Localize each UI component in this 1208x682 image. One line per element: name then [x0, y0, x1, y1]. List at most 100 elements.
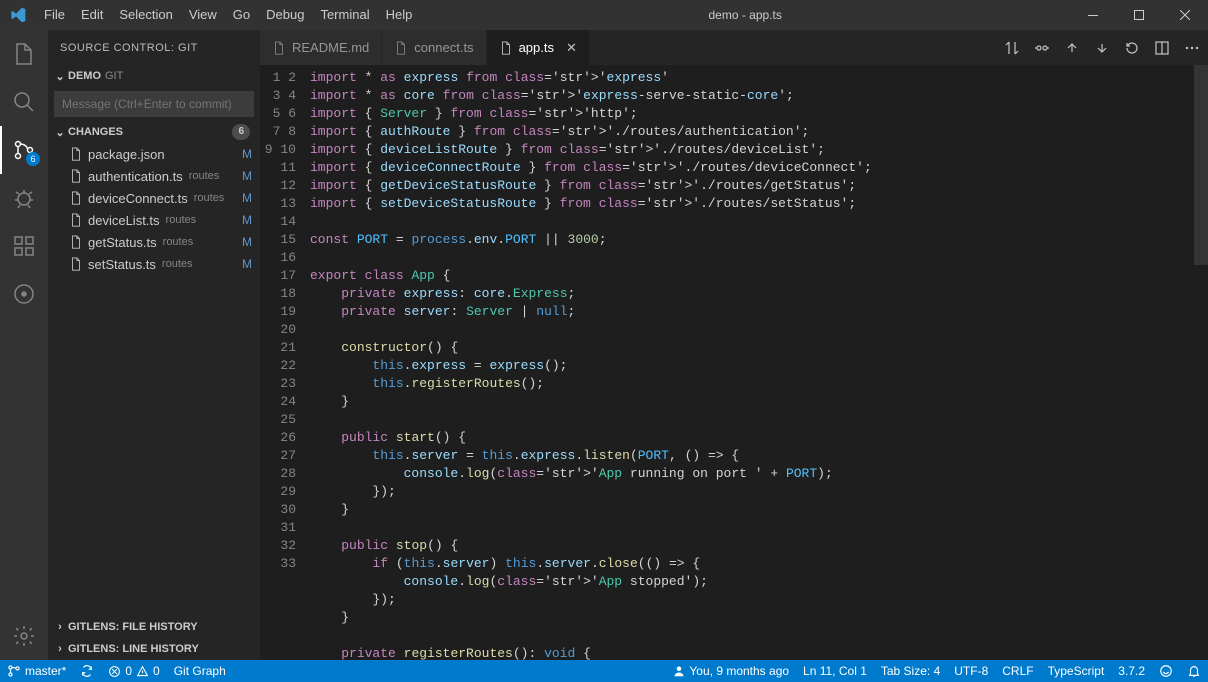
- status-eol[interactable]: CRLF: [995, 660, 1040, 682]
- status-feedback-icon[interactable]: [1152, 660, 1180, 682]
- file-icon: [272, 41, 286, 55]
- editor-tab[interactable]: README.md: [260, 30, 382, 65]
- activity-explorer[interactable]: [0, 30, 48, 78]
- file-dir: routes: [189, 170, 220, 182]
- titlebar: File Edit Selection View Go Debug Termin…: [0, 0, 1208, 30]
- vertical-scrollbar[interactable]: [1194, 65, 1208, 660]
- file-name: package.json: [88, 147, 165, 162]
- changed-file-row[interactable]: deviceConnect.tsroutesM: [48, 187, 260, 209]
- status-cursor-position[interactable]: Ln 11, Col 1: [796, 660, 874, 682]
- menu-debug[interactable]: Debug: [258, 0, 312, 30]
- activity-source-control[interactable]: 6: [0, 126, 48, 174]
- changed-file-row[interactable]: setStatus.ts routes M: [48, 253, 260, 275]
- changes-label: CHANGES: [68, 126, 123, 138]
- file-icon: [68, 191, 84, 205]
- editor-tabs: README.md connect.ts app.ts✕: [260, 30, 1208, 65]
- editor-body[interactable]: 1 2 3 4 5 6 7 8 9 10 11 12 13 14 15 16 1…: [260, 65, 1208, 660]
- chevron-down-icon: ⌄: [52, 126, 68, 139]
- file-status: M: [242, 257, 252, 271]
- activity-debug[interactable]: [0, 174, 48, 222]
- tab-label: connect.ts: [414, 40, 473, 55]
- maximize-button[interactable]: [1116, 0, 1162, 30]
- more-actions-icon[interactable]: [1184, 40, 1200, 56]
- file-icon: [68, 213, 84, 227]
- sidebar: SOURCE CONTROL: GIT ⌄ DEMO GIT ⌄ CHANGES…: [48, 30, 260, 660]
- close-button[interactable]: [1162, 0, 1208, 30]
- open-changes-icon[interactable]: [1034, 40, 1050, 56]
- status-branch[interactable]: master*: [0, 660, 73, 682]
- file-name: deviceList.ts: [88, 213, 160, 228]
- commit-message-input[interactable]: [54, 91, 254, 117]
- editor-actions: [1004, 30, 1208, 65]
- file-status: M: [242, 191, 252, 205]
- file-status: M: [242, 169, 252, 183]
- line-numbers: 1 2 3 4 5 6 7 8 9 10 11 12 13 14 15 16 1…: [260, 65, 310, 660]
- file-dir: routes: [162, 258, 193, 270]
- changes-file-list: package.json Mauthentication.ts routes Mdev…: [48, 143, 260, 275]
- file-icon: [394, 41, 408, 55]
- tab-label: README.md: [292, 40, 369, 55]
- changes-header[interactable]: ⌄ CHANGES 6: [48, 121, 260, 143]
- settings-gear-icon[interactable]: [0, 612, 48, 660]
- status-git-graph[interactable]: Git Graph: [167, 660, 233, 682]
- menu-go[interactable]: Go: [225, 0, 258, 30]
- changed-file-row[interactable]: package.json M: [48, 143, 260, 165]
- menu-edit[interactable]: Edit: [73, 0, 111, 30]
- menu-selection[interactable]: Selection: [111, 0, 180, 30]
- gitlens-file-history[interactable]: › GITLENS: FILE HISTORY: [48, 616, 260, 638]
- next-change-icon[interactable]: [1094, 40, 1110, 56]
- minimize-button[interactable]: [1070, 0, 1116, 30]
- sidebar-title: SOURCE CONTROL: GIT: [48, 30, 260, 65]
- chevron-right-icon: ›: [52, 643, 68, 655]
- changed-file-row[interactable]: getStatus.tsroutesM: [48, 231, 260, 253]
- activity-gitlens[interactable]: [0, 270, 48, 318]
- file-status: M: [242, 235, 252, 249]
- split-editor-icon[interactable]: [1154, 40, 1170, 56]
- file-icon: [499, 41, 513, 55]
- file-icon: [68, 147, 84, 161]
- file-status: M: [242, 147, 252, 161]
- compare-icon[interactable]: [1004, 40, 1020, 56]
- gitlens-line-history[interactable]: › GITLENS: LINE HISTORY: [48, 638, 260, 660]
- editor-area: README.md connect.ts app.ts✕ 1 2 3 4 5 6 7…: [260, 30, 1208, 660]
- activity-search[interactable]: [0, 78, 48, 126]
- status-blame[interactable]: You, 9 months ago: [666, 660, 796, 682]
- repo-provider: GIT: [105, 70, 123, 82]
- file-icon: [68, 235, 84, 249]
- changed-file-row[interactable]: deviceList.ts routes M: [48, 209, 260, 231]
- status-ts-version[interactable]: 3.7.2: [1111, 660, 1152, 682]
- file-dir: routes: [166, 214, 197, 226]
- status-language[interactable]: TypeScript: [1041, 660, 1112, 682]
- file-dir: routes: [194, 192, 225, 204]
- scrollbar-thumb[interactable]: [1194, 65, 1208, 265]
- status-problems[interactable]: 0 0: [101, 660, 166, 682]
- file-name: getStatus.ts: [88, 235, 157, 250]
- prev-change-icon[interactable]: [1064, 40, 1080, 56]
- menu-view[interactable]: View: [181, 0, 225, 30]
- status-tab-size[interactable]: Tab Size: 4: [874, 660, 947, 682]
- revert-icon[interactable]: [1124, 40, 1140, 56]
- activity-extensions[interactable]: [0, 222, 48, 270]
- close-tab-icon[interactable]: ✕: [566, 40, 577, 56]
- status-notifications-icon[interactable]: [1180, 660, 1208, 682]
- menu-bar: File Edit Selection View Go Debug Termin…: [36, 0, 420, 30]
- main-area: 6 SOURCE CONTROL: GIT ⌄ DEMO GIT: [0, 30, 1208, 660]
- scm-badge: 6: [26, 152, 40, 166]
- changed-file-row[interactable]: authentication.ts routes M: [48, 165, 260, 187]
- status-sync[interactable]: [73, 660, 101, 682]
- repo-header[interactable]: ⌄ DEMO GIT: [48, 65, 260, 87]
- file-name: setStatus.ts: [88, 257, 156, 272]
- file-name: authentication.ts: [88, 169, 183, 184]
- editor-tab[interactable]: connect.ts: [382, 30, 486, 65]
- editor-tab[interactable]: app.ts✕: [487, 30, 590, 65]
- menu-file[interactable]: File: [36, 0, 73, 30]
- file-icon: [68, 169, 84, 183]
- menu-help[interactable]: Help: [378, 0, 421, 30]
- status-encoding[interactable]: UTF-8: [947, 660, 995, 682]
- chevron-down-icon: ⌄: [52, 70, 68, 83]
- repo-name: DEMO: [68, 70, 101, 82]
- file-status: M: [242, 213, 252, 227]
- code-content[interactable]: import * as express from class='str'>'ex…: [310, 65, 1208, 660]
- status-bar: master* 0 0 Git Graph You, 9 months ago …: [0, 660, 1208, 682]
- menu-terminal[interactable]: Terminal: [312, 0, 377, 30]
